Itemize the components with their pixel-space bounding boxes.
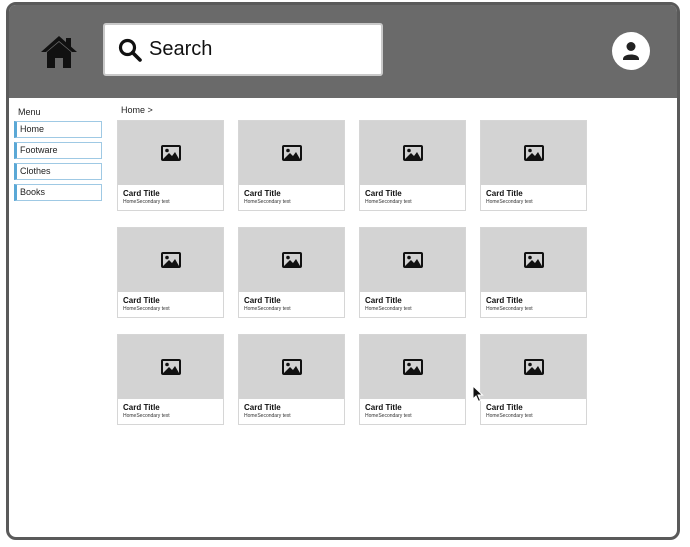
- product-card[interactable]: Card Title HomeSecondary text: [117, 120, 224, 211]
- card-secondary-text: HomeSecondary text: [486, 306, 533, 312]
- card-secondary-text: HomeSecondary text: [123, 413, 170, 419]
- sidebar-item-books[interactable]: Books: [14, 184, 102, 201]
- card-secondary-text: HomeSecondary text: [365, 306, 412, 312]
- product-card[interactable]: Card Title HomeSecondary text: [480, 227, 587, 318]
- product-card[interactable]: Card Title HomeSecondary text: [359, 227, 466, 318]
- card-title: Card Title: [486, 296, 523, 305]
- product-card[interactable]: Card Title HomeSecondary text: [117, 227, 224, 318]
- image-placeholder-icon: [281, 359, 302, 375]
- product-card[interactable]: Card Title HomeSecondary text: [238, 334, 345, 425]
- home-button[interactable]: [39, 34, 79, 70]
- top-header: [9, 5, 677, 98]
- search-icon: [118, 38, 142, 62]
- sidebar-menu: Home Footware Clothes Books: [14, 121, 104, 205]
- card-image-placeholder: [360, 228, 465, 292]
- sidebar-item-clothes[interactable]: Clothes: [14, 163, 102, 180]
- product-card[interactable]: Card Title HomeSecondary text: [359, 120, 466, 211]
- card-image-placeholder: [239, 335, 344, 399]
- card-secondary-text: HomeSecondary text: [244, 306, 291, 312]
- search-input[interactable]: [149, 38, 369, 61]
- profile-avatar-button[interactable]: [612, 32, 650, 70]
- card-title: Card Title: [123, 403, 160, 412]
- card-image-placeholder: [118, 335, 223, 399]
- search-bar[interactable]: [103, 23, 383, 76]
- breadcrumb[interactable]: Home >: [121, 105, 153, 115]
- image-placeholder-icon: [160, 359, 181, 375]
- product-card[interactable]: Card Title HomeSecondary text: [117, 334, 224, 425]
- product-card[interactable]: Card Title HomeSecondary text: [480, 334, 587, 425]
- image-placeholder-icon: [281, 145, 302, 161]
- image-placeholder-icon: [160, 145, 181, 161]
- card-title: Card Title: [486, 403, 523, 412]
- card-image-placeholder: [239, 228, 344, 292]
- card-secondary-text: HomeSecondary text: [486, 199, 533, 205]
- card-secondary-text: HomeSecondary text: [244, 413, 291, 419]
- image-placeholder-icon: [402, 145, 423, 161]
- card-image-placeholder: [481, 228, 586, 292]
- card-title: Card Title: [365, 403, 402, 412]
- user-icon: [623, 42, 639, 60]
- product-card[interactable]: Card Title HomeSecondary text: [359, 334, 466, 425]
- card-image-placeholder: [118, 228, 223, 292]
- image-placeholder-icon: [160, 252, 181, 268]
- card-secondary-text: HomeSecondary text: [244, 199, 291, 205]
- card-image-placeholder: [481, 121, 586, 185]
- image-placeholder-icon: [402, 359, 423, 375]
- card-secondary-text: HomeSecondary text: [365, 199, 412, 205]
- card-image-placeholder: [360, 335, 465, 399]
- product-card[interactable]: Card Title HomeSecondary text: [238, 227, 345, 318]
- card-title: Card Title: [123, 296, 160, 305]
- sidebar-item-footware[interactable]: Footware: [14, 142, 102, 159]
- image-placeholder-icon: [523, 252, 544, 268]
- card-image-placeholder: [239, 121, 344, 185]
- card-grid: Card Title HomeSecondary text Card Title Ho…: [117, 120, 587, 425]
- card-title: Card Title: [486, 189, 523, 198]
- card-title: Card Title: [123, 189, 160, 198]
- card-secondary-text: HomeSecondary text: [123, 306, 170, 312]
- app-window: Menu Home Footware Clothes Books Home > …: [6, 2, 680, 540]
- mouse-pointer-icon: [472, 385, 484, 403]
- image-placeholder-icon: [523, 359, 544, 375]
- image-placeholder-icon: [523, 145, 544, 161]
- card-image-placeholder: [118, 121, 223, 185]
- card-secondary-text: HomeSecondary text: [123, 199, 170, 205]
- card-title: Card Title: [365, 189, 402, 198]
- home-icon: [41, 36, 77, 68]
- product-card[interactable]: Card Title HomeSecondary text: [238, 120, 345, 211]
- sidebar-title: Menu: [18, 107, 41, 117]
- card-secondary-text: HomeSecondary text: [486, 413, 533, 419]
- product-card[interactable]: Card Title HomeSecondary text: [480, 120, 587, 211]
- card-secondary-text: HomeSecondary text: [365, 413, 412, 419]
- card-image-placeholder: [481, 335, 586, 399]
- image-placeholder-icon: [281, 252, 302, 268]
- card-image-placeholder: [360, 121, 465, 185]
- image-placeholder-icon: [402, 252, 423, 268]
- card-title: Card Title: [244, 403, 281, 412]
- card-title: Card Title: [365, 296, 402, 305]
- card-title: Card Title: [244, 296, 281, 305]
- sidebar-item-home[interactable]: Home: [14, 121, 102, 138]
- card-title: Card Title: [244, 189, 281, 198]
